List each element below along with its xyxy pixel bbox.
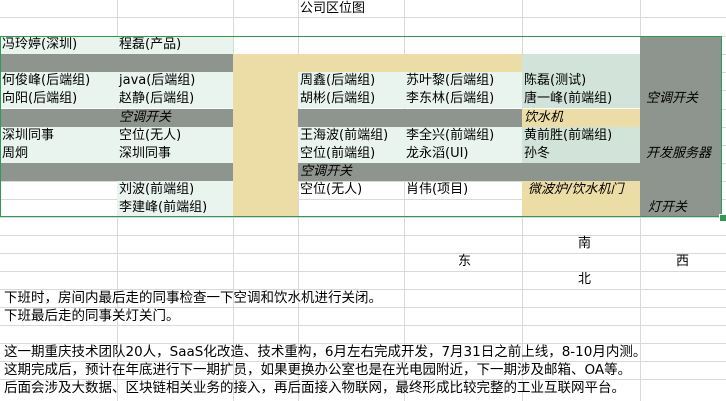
seat-left-r2c2[interactable]: 赵静(后端组) <box>117 90 233 108</box>
note-line-4: 这一期重庆技术团队20人，SaaS化改造、技术重构，6月左右完成开发，7月31日… <box>4 344 647 360</box>
dev-server[interactable]: 开发服务器 <box>640 145 722 163</box>
compass-south: 南 <box>578 236 592 251</box>
block-left-gray-3 <box>0 163 233 181</box>
seat-left-r8c2[interactable]: 李建峰(前端组) <box>117 199 233 217</box>
seat-center-r7c2[interactable]: 肖伟(项目) <box>404 181 522 199</box>
seat-feng[interactable]: 冯玲婷(深圳) <box>0 36 117 54</box>
seat-center-r5c3[interactable]: 孙冬 <box>522 145 640 163</box>
seat-left-r4c2[interactable]: 空位(无人) <box>117 127 233 145</box>
note-line-2: 下班最后走的同事关灯关门。 <box>4 308 180 324</box>
ac-switch-left[interactable]: 空调开关 <box>117 109 233 127</box>
seat-center-r5c1[interactable]: 空位(前端组) <box>298 145 404 163</box>
note-line-6: 后面会涉及大数据、区块链相关业务的接入，再后面接入物联网，最终形成比较完整的工业… <box>4 380 625 396</box>
water-dispenser[interactable]: 饮水机 <box>522 109 640 127</box>
block-sand-strip-top <box>233 54 523 72</box>
block-right-column <box>640 36 722 217</box>
seat-left-r5c2[interactable]: 深圳同事 <box>117 145 233 163</box>
seat-center-r2c1[interactable]: 胡彬(后端组) <box>298 90 404 108</box>
block-mint-top-right <box>522 54 640 72</box>
compass-north: 北 <box>578 272 592 287</box>
seat-left-r5c1[interactable]: 周炯 <box>0 145 117 163</box>
light-switch[interactable]: 灯开关 <box>640 199 722 217</box>
seat-left-r7c2[interactable]: 刘波(前端组) <box>117 181 233 199</box>
page-title: 公司区位图 <box>300 1 366 16</box>
ac-switch-center[interactable]: 空调开关 <box>298 163 404 181</box>
block-sand-aisle <box>233 72 298 217</box>
note-line-1: 下班时，房间内最后走的同事检查一下空调和饮水机进行关闭。 <box>4 290 382 306</box>
seat-center-r2c3[interactable]: 唐一峰(前端组) <box>522 90 640 108</box>
seat-left-r1c2[interactable]: java(后端组) <box>117 72 233 90</box>
fill-handle[interactable] <box>719 214 726 222</box>
seat-center-r5c2[interactable]: 龙永滔(UI) <box>404 145 522 163</box>
note-line-5: 这期完成后，预计在年底进行下一期扩员，如果更换办公室也是在光电园附近，下一期涉及… <box>4 362 632 378</box>
microwave-water-door[interactable]: 微波炉/饮水机门 <box>522 181 640 217</box>
compass-west: 西 <box>676 254 690 269</box>
seat-center-r2c2[interactable]: 李东林(后端组) <box>404 90 522 108</box>
seat-left-r2c1[interactable]: 向阳(后端组) <box>0 90 117 108</box>
seat-center-r1c1[interactable]: 周鑫(后端组) <box>298 72 404 90</box>
seat-left-r4c1[interactable]: 深圳同事 <box>0 127 117 145</box>
block-gray-strip-left <box>0 54 233 72</box>
seat-center-r4c3[interactable]: 黄前胜(前端组) <box>522 127 640 145</box>
seat-center-r4c2[interactable]: 李全兴(前端组) <box>404 127 522 145</box>
ac-switch-right[interactable]: 空调开关 <box>640 90 722 108</box>
seat-center-r1c3[interactable]: 陈磊(测试) <box>522 72 640 90</box>
seat-center-r1c2[interactable]: 苏叶黎(后端组) <box>404 72 522 90</box>
block-center-gray-1 <box>298 109 522 127</box>
seat-left-r1c1[interactable]: 何俊峰(后端组) <box>0 72 117 90</box>
seat-cheng[interactable]: 程磊(产品) <box>117 36 233 54</box>
seat-center-r4c1[interactable]: 王海波(前端组) <box>298 127 404 145</box>
compass-east: 东 <box>458 254 472 269</box>
seat-center-r7c1[interactable]: 空位(无人) <box>298 181 404 199</box>
